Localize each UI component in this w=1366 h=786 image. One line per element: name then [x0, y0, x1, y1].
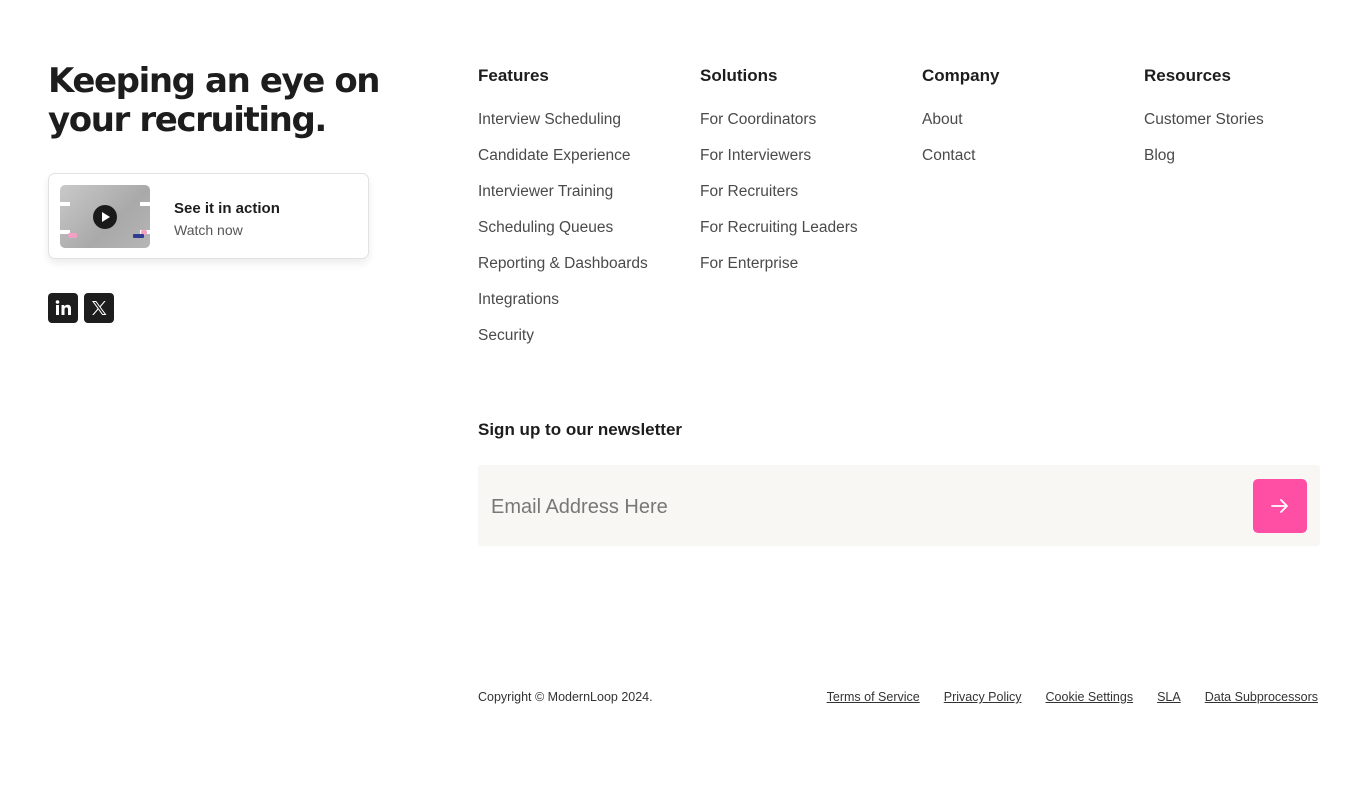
- solutions-column: Solutions For Coordinators For Interview…: [700, 64, 858, 289]
- video-card-subtitle: Watch now: [174, 222, 243, 238]
- x-icon: [92, 301, 107, 315]
- footer-link-for-interviewers[interactable]: For Interviewers: [700, 147, 811, 164]
- terms-of-service-link[interactable]: Terms of Service: [827, 690, 920, 704]
- footer-link-scheduling-queues[interactable]: Scheduling Queues: [478, 219, 613, 236]
- video-thumbnail[interactable]: [60, 185, 150, 248]
- newsletter-submit-button[interactable]: [1253, 479, 1307, 533]
- linkedin-link[interactable]: [48, 293, 78, 323]
- thumbnail-decoration: [68, 233, 77, 238]
- thumbnail-decoration: [60, 202, 70, 206]
- copyright-text: Copyright © ModernLoop 2024.: [478, 690, 653, 704]
- footer-link-about[interactable]: About: [922, 111, 963, 128]
- footer-headline: Keeping an eye on your recruiting.: [48, 61, 381, 140]
- linkedin-icon: [55, 300, 71, 315]
- footer-link-blog[interactable]: Blog: [1144, 147, 1175, 164]
- column-heading: Resources: [1144, 66, 1231, 85]
- footer-link-integrations[interactable]: Integrations: [478, 291, 559, 308]
- video-card-title: See it in action: [174, 200, 280, 217]
- column-heading: Company: [922, 66, 1000, 85]
- company-column: Company About Contact: [922, 64, 999, 181]
- newsletter-form: [478, 465, 1320, 546]
- cookie-settings-link[interactable]: Cookie Settings: [1046, 690, 1134, 704]
- footer-link-reporting-dashboards[interactable]: Reporting & Dashboards: [478, 255, 648, 272]
- see-it-in-action-card[interactable]: See it in action Watch now: [48, 173, 369, 259]
- email-input[interactable]: [489, 489, 1233, 525]
- thumbnail-decoration: [133, 234, 144, 238]
- data-subprocessors-link[interactable]: Data Subprocessors: [1205, 690, 1318, 704]
- footer-link-interview-scheduling[interactable]: Interview Scheduling: [478, 111, 621, 128]
- column-heading: Solutions: [700, 66, 778, 85]
- footer-link-for-coordinators[interactable]: For Coordinators: [700, 111, 816, 128]
- footer-link-for-recruiters[interactable]: For Recruiters: [700, 183, 798, 200]
- footer-link-for-recruiting-leaders[interactable]: For Recruiting Leaders: [700, 219, 858, 236]
- thumbnail-decoration: [140, 202, 150, 206]
- privacy-policy-link[interactable]: Privacy Policy: [944, 690, 1022, 704]
- resources-column: Resources Customer Stories Blog: [1144, 64, 1264, 181]
- footer-link-for-enterprise[interactable]: For Enterprise: [700, 255, 798, 272]
- footer-link-contact[interactable]: Contact: [922, 147, 975, 164]
- column-heading: Features: [478, 66, 549, 85]
- x-twitter-link[interactable]: [84, 293, 114, 323]
- arrow-right-icon: [1271, 499, 1288, 513]
- play-icon[interactable]: [93, 205, 117, 229]
- sla-link[interactable]: SLA: [1157, 690, 1181, 704]
- footer-link-interviewer-training[interactable]: Interviewer Training: [478, 183, 613, 200]
- newsletter-title: Sign up to our newsletter: [478, 420, 683, 439]
- footer-link-customer-stories[interactable]: Customer Stories: [1144, 111, 1264, 128]
- footer-link-security[interactable]: Security: [478, 327, 534, 344]
- legal-links: Terms of Service Privacy Policy Cookie S…: [827, 690, 1318, 704]
- features-column: Features Interview Scheduling Candidate …: [478, 64, 648, 361]
- footer-link-candidate-experience[interactable]: Candidate Experience: [478, 147, 631, 164]
